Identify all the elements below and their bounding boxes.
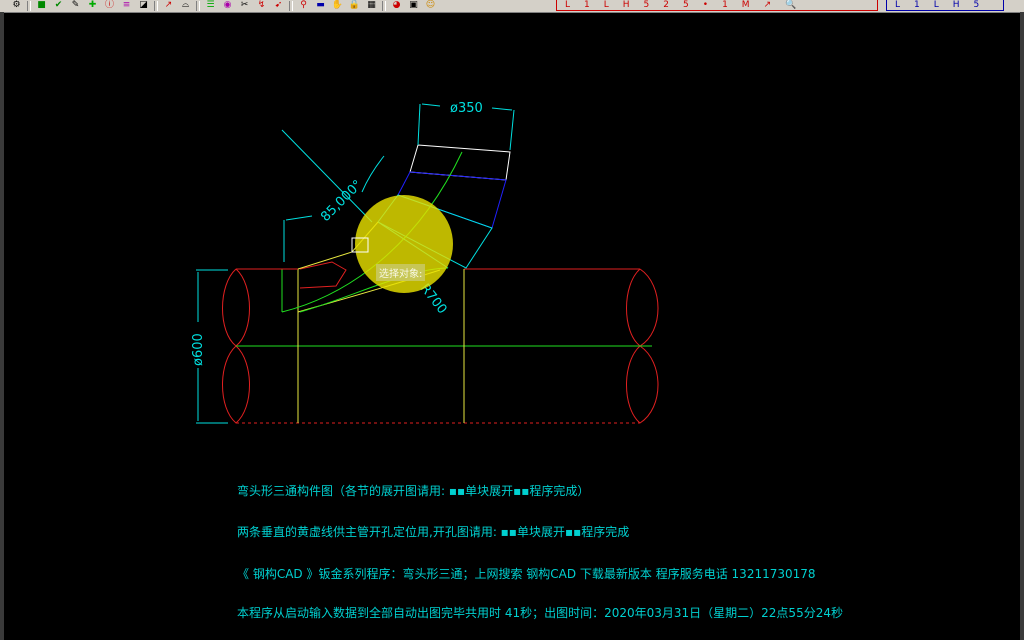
dim-diameter-label: ø600 — [191, 333, 206, 366]
command-prompt-tooltip: 选择对象: — [376, 264, 426, 281]
drawing-note-2: 两条垂直的黄虚线供主管开孔定位用,开孔图请用: ▪▪单块展开▪▪程序完成 — [237, 525, 630, 539]
drawing-note-3: 《 钢构CAD 》钣金系列程序：弯头形三通；上网搜索 钢构CAD 下载最新版本 … — [237, 567, 816, 581]
drawing-note-1: 弯头形三通构件图（各节的展开图请用: ▪▪单块展开▪▪程序完成） — [237, 484, 590, 498]
cad-drawing-canvas[interactable]: ø350 85,000° R700 ø600 — [0, 0, 1024, 640]
dimensions — [196, 103, 515, 424]
dim-angle-label: 85,000° — [318, 177, 365, 224]
dim-top-label: ø350 — [450, 101, 483, 116]
drawing-note-4: 本程序从启动输入数据到全部自动出图完毕共用时 41秒；出图时间：2020年03月… — [237, 606, 843, 620]
